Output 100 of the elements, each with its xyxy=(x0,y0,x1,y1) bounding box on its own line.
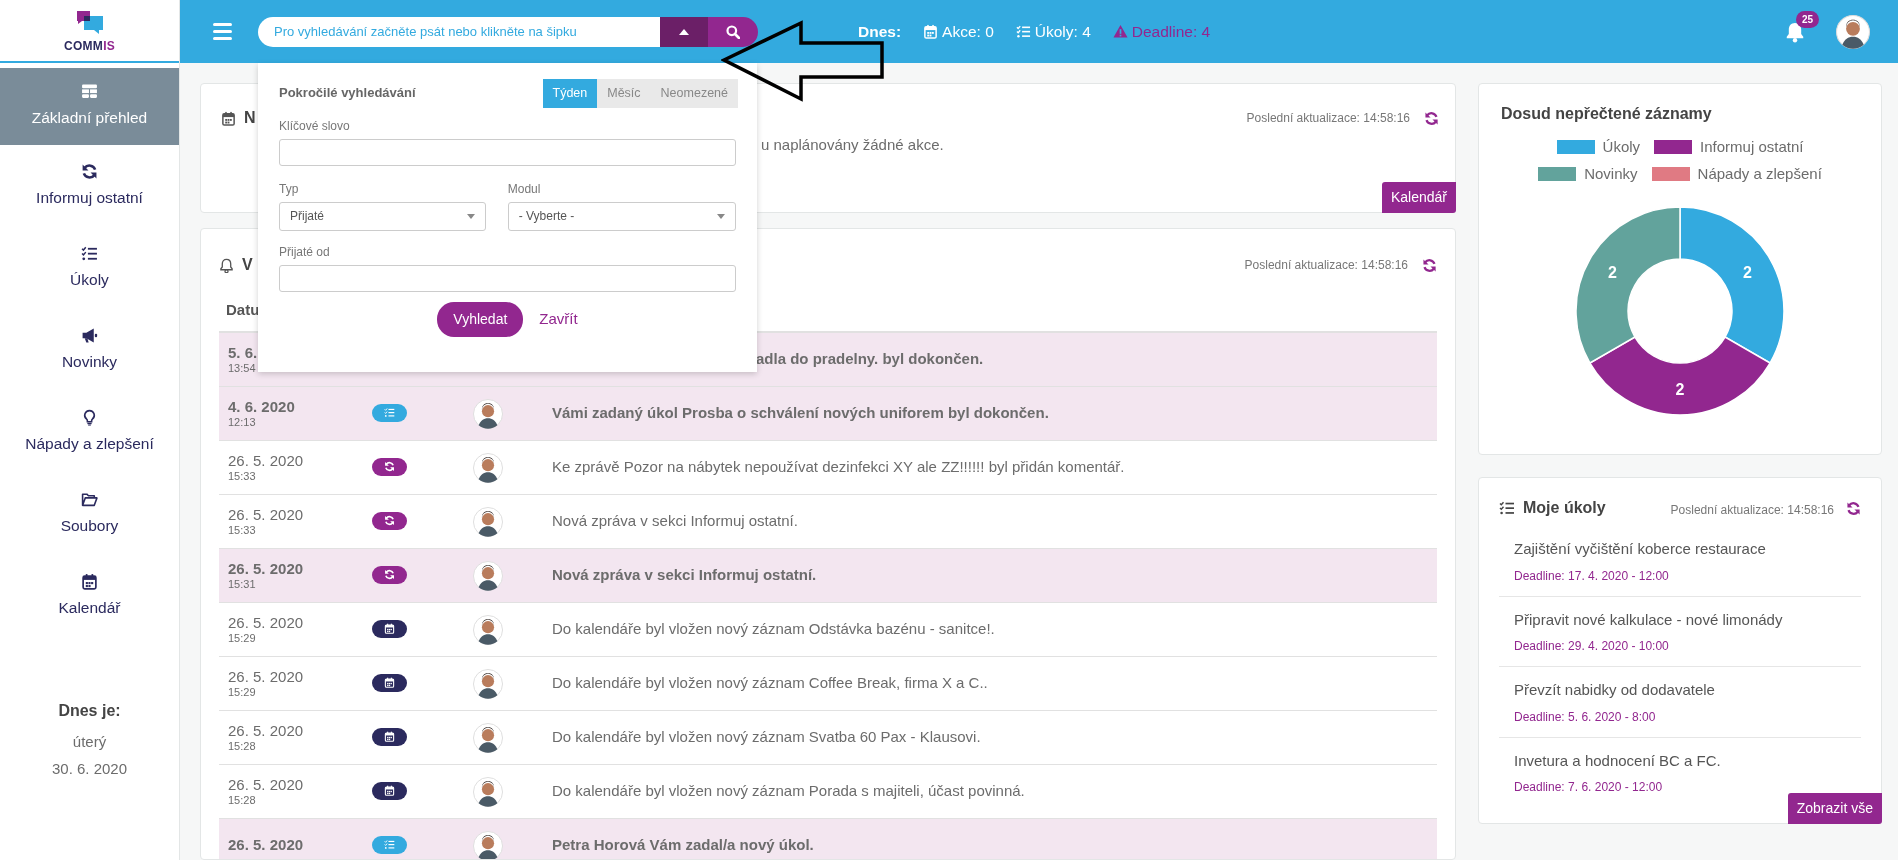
data-label: 2 xyxy=(1675,381,1685,398)
row-time: 12:13 xyxy=(228,415,257,428)
task-title: Připravit nové kalkulace - nové limonády xyxy=(1514,609,1784,630)
bell-icon xyxy=(219,257,234,273)
folder-icon xyxy=(81,490,98,508)
keyword-field[interactable] xyxy=(279,138,736,166)
select-field[interactable]: Přijaté xyxy=(279,201,486,231)
logo-text: COMM xyxy=(63,38,104,53)
row-message: Do kalendáře byl vložen nový záznam Svatba 60 Pax - Klausovi. xyxy=(552,727,981,748)
column-header: Datu xyxy=(226,299,260,320)
feed-row[interactable]: 26. 5. 2020 15:29 Do kalendáře byl vložen nový záznam Odstávka bazénu - sanitce!. xyxy=(219,603,1437,657)
row-message: Nová zpráva v sekci Informuj ostatní. xyxy=(552,511,798,532)
card-title: V xyxy=(242,255,253,275)
row-date: 26. 5. 2020 xyxy=(228,453,305,470)
task-item[interactable]: Zajištění vyčištění koberce restaurace Deadline: 17. 4. 2020 - 12:00 xyxy=(1499,526,1861,597)
card-text: u naplánovány žádné akce. xyxy=(761,135,945,155)
avatar-icon xyxy=(473,398,503,429)
search-button[interactable] xyxy=(708,16,758,47)
panel-title: Pokročilé vyhledávání xyxy=(279,84,416,102)
row-message: Do kalendáře byl vložen nový záznam Porada s majiteli, účast povinná. xyxy=(552,781,1025,802)
megaphone-icon xyxy=(81,326,98,344)
refresh-icon xyxy=(372,565,407,584)
row-date: 26. 5. 2020 xyxy=(228,615,305,632)
task-title: Převzít nabidky od dodavatele xyxy=(1514,680,1716,700)
row-date: 26. 5. 2020 xyxy=(228,669,305,686)
row-time: 13:54 xyxy=(228,361,257,374)
refresh-icon[interactable] xyxy=(1424,110,1439,126)
row-message: Nová zpráva v sekci Informuj ostatní. xyxy=(552,565,817,586)
date-field[interactable] xyxy=(279,264,736,292)
row-date: 5. 6. xyxy=(228,345,259,362)
feed-row[interactable]: 26. 5. 2020 15:31 Nová zpráva v sekci Informuj ostatní. xyxy=(219,549,1437,603)
data-label: 2 xyxy=(1743,264,1752,281)
card-title: Dosud nepřečtené záznamy xyxy=(1501,104,1713,124)
calendar-icon xyxy=(372,619,407,638)
avatar-icon xyxy=(473,668,503,699)
sidebar-item[interactable]: Informuj ostatní xyxy=(0,145,179,227)
feed-row[interactable]: 26. 5. 2020 15:33 Ke zprávě Pozor na nábytek nepoužívat dezinfekci XY ale ZZ!!!!!! byl přidán komentář. xyxy=(219,441,1437,495)
refresh-icon xyxy=(372,457,407,476)
update-time: Poslední aktualizace: 14:58:16 xyxy=(1670,502,1834,519)
avatar-icon xyxy=(1836,14,1870,49)
feed-row[interactable]: 26. 5. 2020 15:28 Do kalendáře byl vložen nový záznam Svatba 60 Pax - Klausovi. xyxy=(219,711,1437,765)
row-message: Ke zprávě Pozor na nábytek nepoužívat dezinfekci XY ale ZZ!!!!!! byl přidán komentář. xyxy=(552,457,1125,478)
search-icon xyxy=(726,24,740,39)
today-label: Dnes: xyxy=(858,21,902,42)
row-time: 15:28 xyxy=(228,793,257,806)
sidebar-item[interactable]: Kalendář xyxy=(0,555,179,637)
show-all-button[interactable]: Zobrazit vše xyxy=(1787,793,1882,824)
dropdown-toggle-button[interactable] xyxy=(660,16,708,47)
weekday-text: úterý xyxy=(71,732,108,752)
calendar-icon xyxy=(81,572,98,590)
refresh-icon[interactable] xyxy=(1846,500,1861,516)
stat-text: Deadline: 4 xyxy=(1131,21,1211,42)
row-message: Do kalendáře byl vložen nový záznam Odstávka bazénu - sanitce!. xyxy=(552,619,995,640)
data-label: 2 xyxy=(1608,264,1617,281)
task-deadline: Deadline: 7. 6. 2020 - 12:00 xyxy=(1514,779,1664,796)
calendar-icon xyxy=(372,727,407,746)
today-heading: Dnes je: xyxy=(57,701,122,721)
calendar-icon xyxy=(923,24,939,39)
calendar-icon xyxy=(221,110,236,126)
task-title: Zajištění vyčištění koberce restaurace xyxy=(1514,539,1767,559)
calendar-button[interactable]: Kalendář xyxy=(1381,182,1456,213)
close-link[interactable]: Zavřít xyxy=(539,308,578,331)
legend-label: Informuj ostatní xyxy=(1700,137,1804,157)
task-deadline: Deadline: 29. 4. 2020 - 10:00 xyxy=(1514,638,1670,655)
avatar-icon xyxy=(473,722,503,753)
checklist-icon xyxy=(81,244,98,262)
checklist-icon xyxy=(1015,24,1031,39)
search-button[interactable]: Vyhledat xyxy=(437,301,524,337)
legend-label: Úkoly xyxy=(1602,137,1641,157)
refresh-icon xyxy=(81,162,98,180)
task-item[interactable]: Připravit nové kalkulace - nové limonády Deadline: 29. 4. 2020 - 10:00 xyxy=(1499,596,1861,667)
row-date: 26. 5. 2020 xyxy=(228,837,305,854)
sidebar-item[interactable]: Novinky xyxy=(0,309,179,391)
sidebar-item[interactable]: Úkoly xyxy=(0,227,179,309)
field-label: Klíčové slovo xyxy=(279,117,351,135)
menu-button[interactable] xyxy=(213,23,232,40)
sidebar-item[interactable]: Soubory xyxy=(0,473,179,555)
sidebar-item[interactable]: Nápady a zlepšení xyxy=(0,391,179,473)
calendar-icon xyxy=(372,673,407,692)
legend-label: Nápady a zlepšení xyxy=(1697,163,1822,184)
row-date: 26. 5. 2020 xyxy=(228,507,305,524)
row-time: 15:29 xyxy=(228,631,257,644)
task-item[interactable]: Převzít nabidky od dodavatele Deadline: 5. 6. 2020 - 8:00 xyxy=(1499,667,1861,738)
feed-row[interactable]: 26. 5. 2020 Petra Horová Vám zadal/a nový úkol. xyxy=(219,819,1437,859)
row-time: 15:33 xyxy=(228,523,257,536)
task-deadline: Deadline: 17. 4. 2020 - 12:00 xyxy=(1514,567,1670,585)
select-field[interactable]: - Vyberte - xyxy=(507,201,736,231)
caret-icon xyxy=(679,28,689,35)
card-title: N xyxy=(244,108,256,128)
refresh-icon xyxy=(372,511,407,530)
search-field[interactable]: Pro vyhledávání začněte psát nebo klikněte na šipku xyxy=(258,16,660,47)
legend-label: Novinky xyxy=(1584,163,1638,184)
bell-icon[interactable] xyxy=(1784,21,1806,43)
checklist-icon xyxy=(1499,500,1515,516)
refresh-icon[interactable] xyxy=(1422,257,1437,273)
feed-row[interactable]: 26. 5. 2020 15:29 Do kalendáře byl vložen nový záznam Coffee Break, firma X a C.. xyxy=(219,657,1437,711)
stat-text: Akce: 0 xyxy=(942,21,994,42)
avatar-icon xyxy=(473,560,503,591)
row-date: 26. 5. 2020 xyxy=(228,723,305,740)
feed-row[interactable]: 4. 6. 2020 12:13 Vámi zadaný úkol Prosba o schválení nových uniforem byl dokončen. xyxy=(219,387,1437,441)
